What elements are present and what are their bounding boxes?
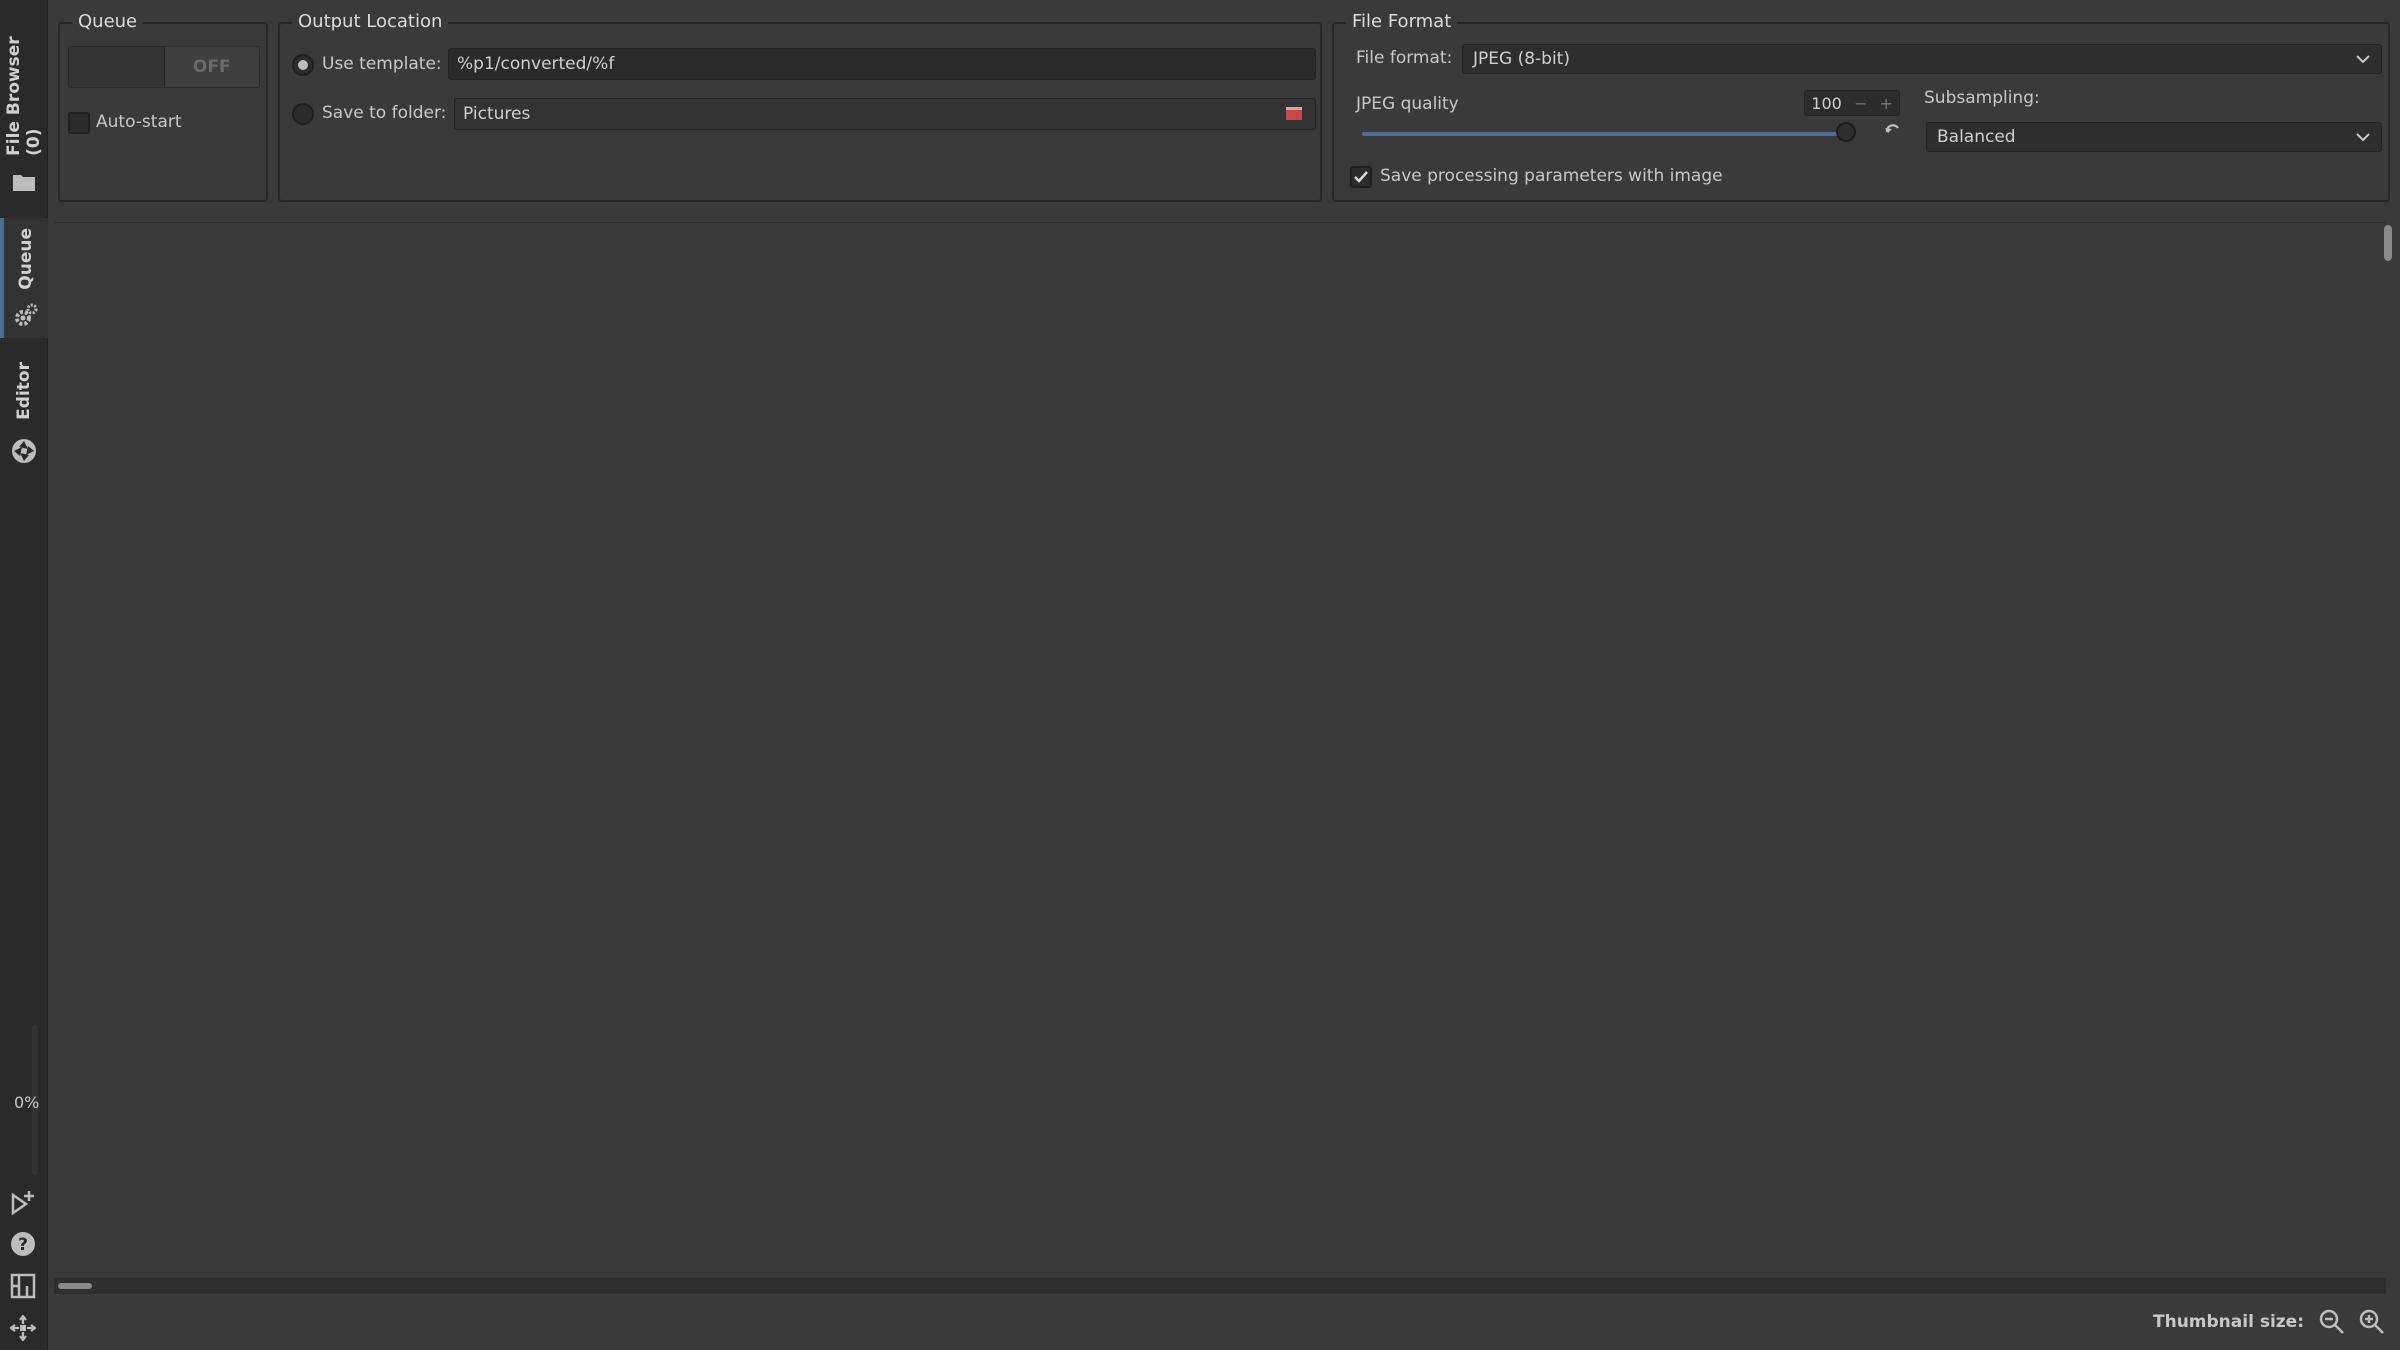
tab-queue[interactable]: Queue: [0, 218, 48, 338]
tab-editor[interactable]: Editor: [0, 362, 48, 482]
chevron-down-icon: [2355, 127, 2371, 147]
queue-thumbnail-area[interactable]: [54, 222, 2386, 1282]
aperture-icon: [11, 438, 37, 464]
horizontal-scrollbar-track[interactable]: [54, 1278, 2386, 1294]
tab-queue-label: Queue: [16, 228, 36, 290]
folder-picker-icon[interactable]: [1285, 105, 1303, 126]
minus-icon[interactable]: −: [1848, 94, 1873, 113]
jpeg-quality-fill: [1362, 132, 1846, 136]
folder-chooser[interactable]: Pictures: [454, 98, 1316, 130]
jpeg-quality-label: JPEG quality: [1356, 94, 1459, 114]
file-format-value: JPEG (8-bit): [1473, 49, 1570, 69]
zoom-in-icon[interactable]: [2356, 1306, 2388, 1338]
tab-file-browser-label: File Browser (0): [4, 36, 44, 156]
subsampling-value: Balanced: [1937, 127, 2016, 147]
queue-toggle-off-side: [69, 47, 165, 87]
subsampling-label: Subsampling:: [1924, 88, 2040, 108]
thumbnail-size-label: Thumbnail size:: [2153, 1312, 2304, 1332]
save-to-folder-label: Save to folder:: [322, 103, 447, 123]
file-format-title: File Format: [1346, 11, 1458, 32]
status-bar: [48, 1294, 2400, 1350]
reset-icon[interactable]: [1884, 122, 1902, 142]
use-template-label: Use template:: [322, 54, 442, 74]
use-template-radio[interactable]: [292, 54, 314, 76]
file-format-select[interactable]: JPEG (8-bit): [1462, 44, 2382, 74]
queue-progress-text: 0%: [14, 1093, 40, 1112]
fullscreen-icon[interactable]: [9, 1314, 37, 1342]
tab-editor-label: Editor: [14, 362, 34, 420]
toggle-panels-icon[interactable]: [9, 1272, 37, 1300]
svg-text:?: ?: [18, 1235, 28, 1255]
gears-icon: [13, 302, 39, 328]
file-format-group: File Format File format: JPEG (8-bit) JP…: [1332, 11, 2390, 202]
chevron-down-icon: [2355, 49, 2371, 69]
folder-icon: [11, 170, 37, 194]
save-params-label: Save processing parameters with image: [1380, 166, 1723, 186]
add-to-queue-icon[interactable]: [9, 1188, 37, 1216]
save-params-checkbox[interactable]: [1350, 166, 1372, 188]
vertical-scrollbar[interactable]: [2384, 225, 2392, 261]
tab-file-browser[interactable]: File Browser (0): [0, 14, 48, 194]
output-location-group: Output Location Use template: %p1/conver…: [278, 11, 1322, 202]
zoom-out-icon[interactable]: [2316, 1306, 2348, 1338]
file-format-label: File format:: [1356, 48, 1453, 68]
checkmark-icon: [1354, 171, 1368, 183]
horizontal-scrollbar[interactable]: [58, 1283, 92, 1289]
template-input[interactable]: %p1/converted/%f: [448, 48, 1316, 80]
auto-start-checkbox[interactable]: [68, 112, 90, 134]
subsampling-select[interactable]: Balanced: [1926, 122, 2382, 152]
queue-group: Queue OFF Auto-start: [58, 11, 268, 202]
plus-icon[interactable]: +: [1874, 94, 1899, 113]
folder-chooser-value: Pictures: [463, 104, 531, 124]
output-location-title: Output Location: [292, 11, 449, 32]
save-to-folder-radio[interactable]: [292, 103, 314, 125]
auto-start-label: Auto-start: [96, 112, 182, 132]
queue-toggle-label: OFF: [164, 47, 259, 87]
help-icon[interactable]: ?: [9, 1230, 37, 1258]
queue-toggle-switch[interactable]: OFF: [68, 46, 260, 88]
jpeg-quality-value: 100: [1811, 93, 1842, 113]
jpeg-quality-spinbox[interactable]: 100 − +: [1804, 90, 1900, 116]
queue-group-title: Queue: [72, 11, 144, 32]
jpeg-quality-slider-handle[interactable]: [1836, 122, 1856, 142]
left-sidebar: File Browser (0) Queue Editor 0% ?: [0, 0, 48, 1350]
